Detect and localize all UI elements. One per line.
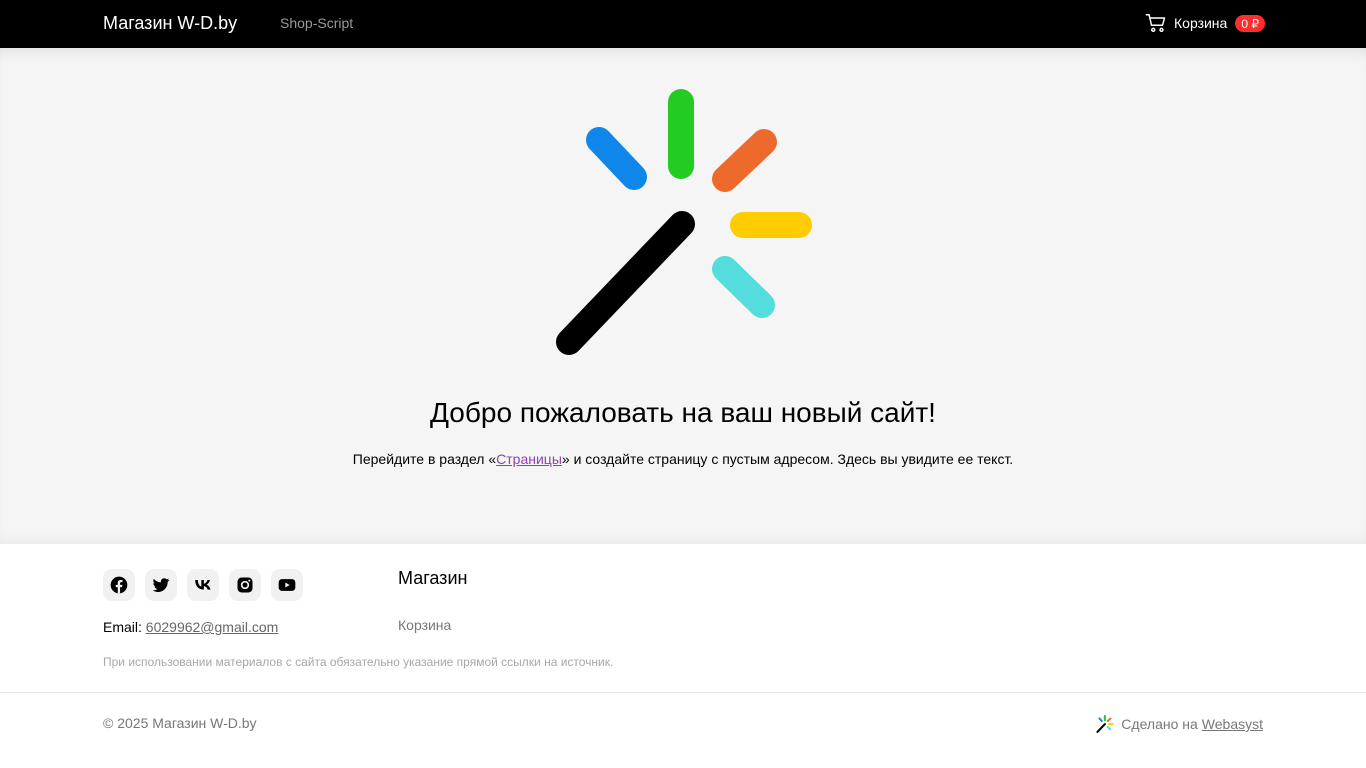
facebook-icon — [110, 576, 128, 594]
vk-link[interactable] — [187, 569, 219, 601]
footer-divider — [0, 692, 1366, 693]
twitter-link[interactable] — [145, 569, 177, 601]
hero-section: Добро пожаловать на ваш новый сайт! Пере… — [0, 48, 1366, 544]
site-brand-link[interactable]: Магазин W-D.by — [103, 12, 237, 34]
webasyst-logo-icon — [556, 89, 812, 355]
hero-text: Перейдите в раздел «Страницы» и создайте… — [0, 451, 1366, 467]
made-with: Сделано на Webasyst — [1096, 715, 1263, 733]
pages-link[interactable]: Страницы — [496, 451, 562, 467]
cart-link[interactable]: Корзина 0 ₽ — [1145, 12, 1265, 34]
instagram-icon — [237, 577, 253, 593]
vk-icon — [195, 580, 211, 590]
youtube-link[interactable] — [271, 569, 303, 601]
email-row: Email: 6029962@gmail.com — [103, 619, 278, 635]
youtube-icon — [278, 579, 296, 591]
email-label: Email: — [103, 619, 142, 635]
cart-total-badge: 0 ₽ — [1235, 14, 1265, 32]
copyright: © 2025 Магазин W-D.by — [103, 715, 257, 731]
hero-title: Добро пожаловать на ваш новый сайт! — [430, 397, 936, 428]
shopping-cart-icon — [1145, 14, 1166, 33]
hero-text-before: Перейдите в раздел « — [352, 451, 497, 467]
nav-link-shop-script[interactable]: Shop-Script — [280, 15, 353, 31]
social-links — [103, 569, 313, 601]
footer-link-cart[interactable]: Корзина — [398, 617, 451, 633]
email-link[interactable]: 6029962@gmail.com — [146, 619, 279, 635]
header-bar: Магазин W-D.by Shop-Script Корзина 0 ₽ — [0, 0, 1366, 48]
instagram-link[interactable] — [229, 569, 261, 601]
webasyst-link[interactable]: Webasyst — [1202, 716, 1263, 732]
hero-text-after: » и создайте страницу с пустым адресом. … — [561, 451, 1014, 467]
twitter-icon — [152, 578, 170, 592]
webasyst-small-logo-icon — [1096, 715, 1115, 733]
cart-label: Корзина — [1174, 15, 1228, 31]
made-with-text: Сделано на — [1121, 716, 1198, 732]
footer-menu-heading: Магазин — [398, 568, 468, 588]
footer-disclaimer: При использовании материалов с сайта обя… — [103, 655, 614, 669]
facebook-link[interactable] — [103, 569, 135, 601]
